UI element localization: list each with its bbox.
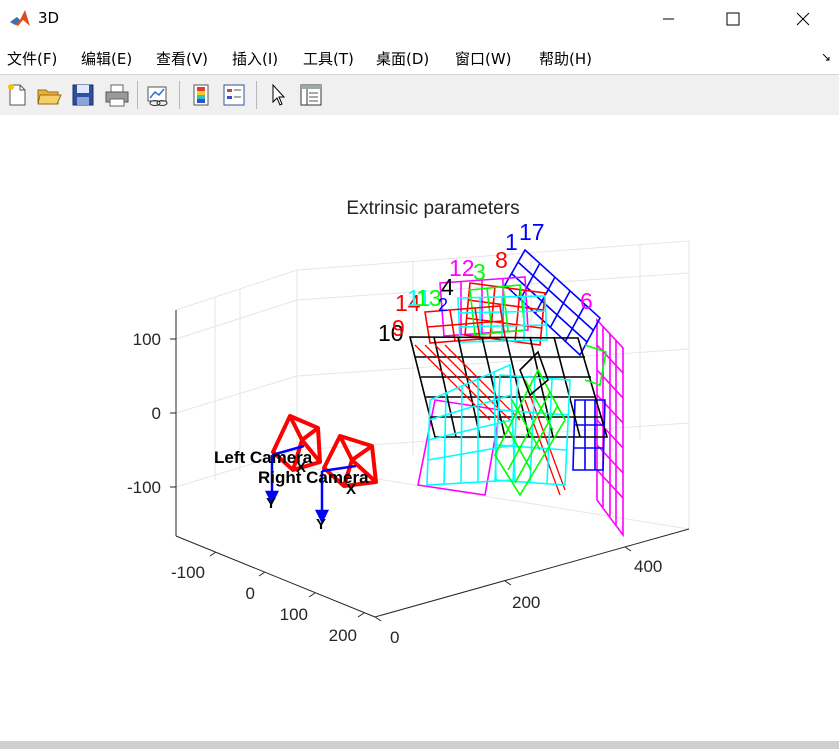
figure-canvas[interactable]: Extrinsic parameters 100 0 -100 -100 0 1… [0, 115, 839, 749]
toolbar-separator [137, 81, 138, 109]
camera-labels: Left Camera Right Camera Y Y X X [214, 448, 369, 533]
board-label-17: 17 [519, 219, 545, 245]
y-tick: 400 [634, 557, 662, 576]
property-inspector-icon[interactable] [298, 82, 324, 108]
minimize-icon [663, 18, 674, 20]
board-label-3: 3 [473, 259, 486, 285]
maximize-button[interactable] [710, 0, 756, 38]
board-label-6: 6 [580, 288, 593, 314]
x-tick: 200 [329, 626, 357, 645]
y-tick: 200 [512, 593, 540, 612]
dock-arrow-icon[interactable]: ↘ [821, 50, 831, 64]
z-tick: -100 [127, 478, 161, 497]
board-4 [414, 344, 566, 496]
extrinsic-plot[interactable]: Extrinsic parameters 100 0 -100 -100 0 1… [0, 115, 839, 749]
close-button[interactable] [780, 0, 826, 38]
open-file-icon[interactable] [36, 82, 62, 108]
menu-window[interactable]: 窗口(W) [455, 48, 512, 69]
underlying-window-edge [0, 741, 839, 749]
edit-plot-arrow-icon[interactable] [265, 82, 291, 108]
save-icon[interactable] [70, 82, 96, 108]
matlab-logo-icon [10, 10, 30, 26]
menu-edit[interactable]: 编辑(E) [81, 48, 132, 69]
maximize-icon [726, 12, 740, 26]
minimize-button[interactable] [646, 0, 692, 38]
title-bar: 3D [0, 0, 839, 38]
menu-desktop[interactable]: 桌面(D) [376, 48, 429, 69]
window-title: 3D [38, 9, 60, 27]
plot-title: Extrinsic parameters [346, 198, 519, 219]
toolbar-separator [256, 81, 257, 109]
board-label-9: 9 [392, 315, 405, 341]
menu-help[interactable]: 帮助(H) [539, 48, 592, 69]
close-icon [796, 12, 810, 26]
print-icon[interactable] [104, 82, 130, 108]
left-y-axis-label: Y [266, 495, 276, 512]
z-tick: 0 [152, 404, 161, 423]
z-tick: 100 [133, 330, 161, 349]
new-figure-icon[interactable] [4, 82, 30, 108]
link-plot-icon[interactable] [145, 82, 171, 108]
toolbar-separator [179, 81, 180, 109]
board-label-8: 8 [495, 247, 508, 273]
menu-insert[interactable]: 插入(I) [232, 48, 278, 69]
menu-file[interactable]: 文件(F) [7, 48, 57, 69]
insert-legend-icon[interactable] [221, 82, 247, 108]
right-y-axis-label: Y [316, 516, 326, 533]
board-2 [572, 399, 606, 471]
menu-bar: 文件(F) 编辑(E) 查看(V) 插入(I) 工具(T) 桌面(D) 窗口(W… [0, 42, 839, 72]
insert-colorbar-icon[interactable] [188, 82, 214, 108]
x-tick: 0 [246, 584, 255, 603]
menu-tools[interactable]: 工具(T) [303, 48, 354, 69]
board-label-2: 2 [438, 295, 448, 315]
menu-view[interactable]: 查看(V) [156, 48, 208, 69]
y-tick: 0 [390, 628, 399, 647]
right-x-axis-label: X [346, 481, 356, 498]
x-tick: 100 [280, 605, 308, 624]
x-tick: -100 [171, 563, 205, 582]
left-x-axis-label: X [296, 459, 306, 476]
figure-toolbar [0, 74, 839, 116]
